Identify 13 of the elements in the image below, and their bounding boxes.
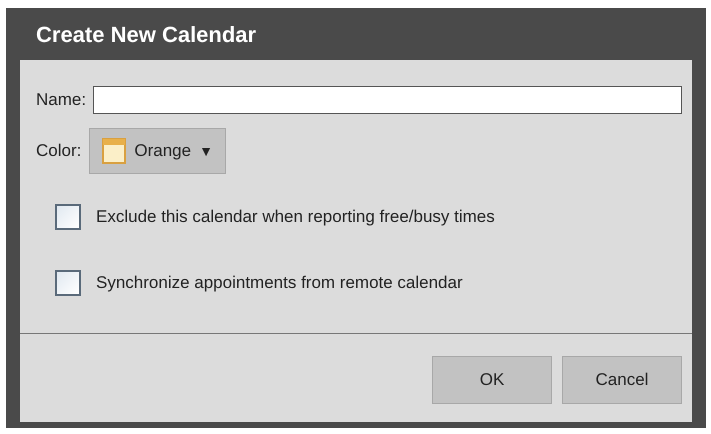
cancel-button[interactable]: Cancel	[562, 356, 682, 404]
calendar-icon	[102, 138, 126, 164]
name-label: Name:	[36, 89, 86, 112]
checkbox-label: Exclude this calendar when reporting free/busy times	[96, 206, 495, 228]
window-title: Create New Calendar	[35, 20, 256, 48]
ok-button[interactable]: OK	[432, 356, 552, 404]
color-dropdown[interactable]: Orange ▼	[89, 128, 226, 174]
checkbox[interactable]	[55, 270, 81, 296]
checkbox-label: Synchronize appointments from remote calendar	[96, 272, 463, 294]
caret-icon: ▼	[199, 140, 213, 162]
color-label: Color:	[36, 140, 82, 162]
name-input-field[interactable]	[93, 86, 682, 114]
checkbox[interactable]	[55, 204, 81, 230]
